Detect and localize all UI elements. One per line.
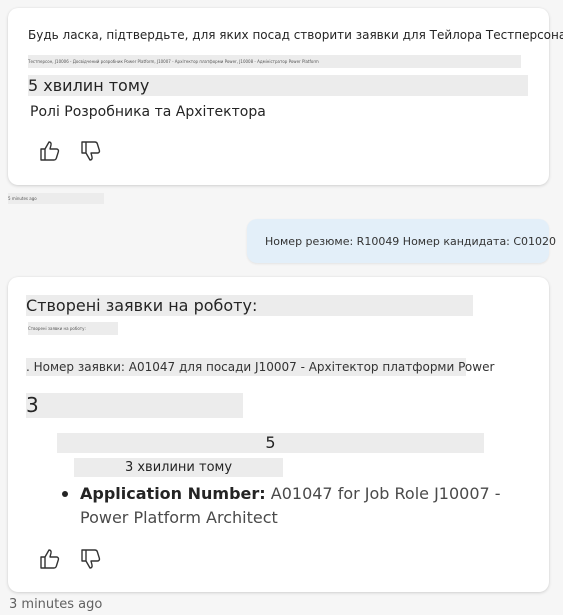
selected-roles-answer: Ролі Розробника та Архітектора [30, 104, 266, 120]
list-item: Application Number: A01047 for Job Role … [62, 482, 520, 530]
job-roles-line: Тестперсон, J10006 - Досвідчений розробн… [28, 55, 521, 68]
mid-number: 5 [57, 433, 484, 453]
large-number: 3 [26, 393, 243, 418]
message-time: 5 хвилин тому [28, 75, 528, 96]
application-number-value: A01047 for Job Role J10007 - [265, 484, 501, 503]
application-item-line: . Номер заявки: A01047 для посади J10007… [26, 358, 495, 376]
message-timestamp-1: 5 minutes ago [8, 193, 104, 204]
thumbs-down-icon[interactable] [79, 139, 103, 163]
application-list: Application Number: A01047 for Job Role … [62, 482, 520, 530]
message-time: 3 хвилини тому [74, 458, 283, 477]
message-timestamp-2: 3 minutes ago [9, 597, 103, 612]
confirmation-question: Будь ласка, підтвердьте, для яких посад … [28, 28, 563, 42]
application-role: Power Platform Architect [80, 508, 278, 527]
assistant-message-card-2: Створені заявки на роботу: Створені заяв… [8, 277, 549, 592]
thumbs-up-icon[interactable] [38, 547, 62, 571]
application-number-label: Application Number: [80, 484, 266, 503]
assistant-message-card-1: Будь ласка, підтвердьте, для яких посад … [8, 8, 563, 185]
thumbs-down-icon[interactable] [79, 547, 103, 571]
thumbs-up-icon[interactable] [38, 139, 62, 163]
applications-title: Створені заявки на роботу: [26, 295, 473, 316]
user-message-text: Номер резюме: R10049 Номер кандидата: C0… [265, 235, 557, 248]
applications-subtitle: Створені заявки на роботу: [28, 322, 118, 335]
user-message-bubble: Номер резюме: R10049 Номер кандидата: C0… [247, 219, 556, 263]
